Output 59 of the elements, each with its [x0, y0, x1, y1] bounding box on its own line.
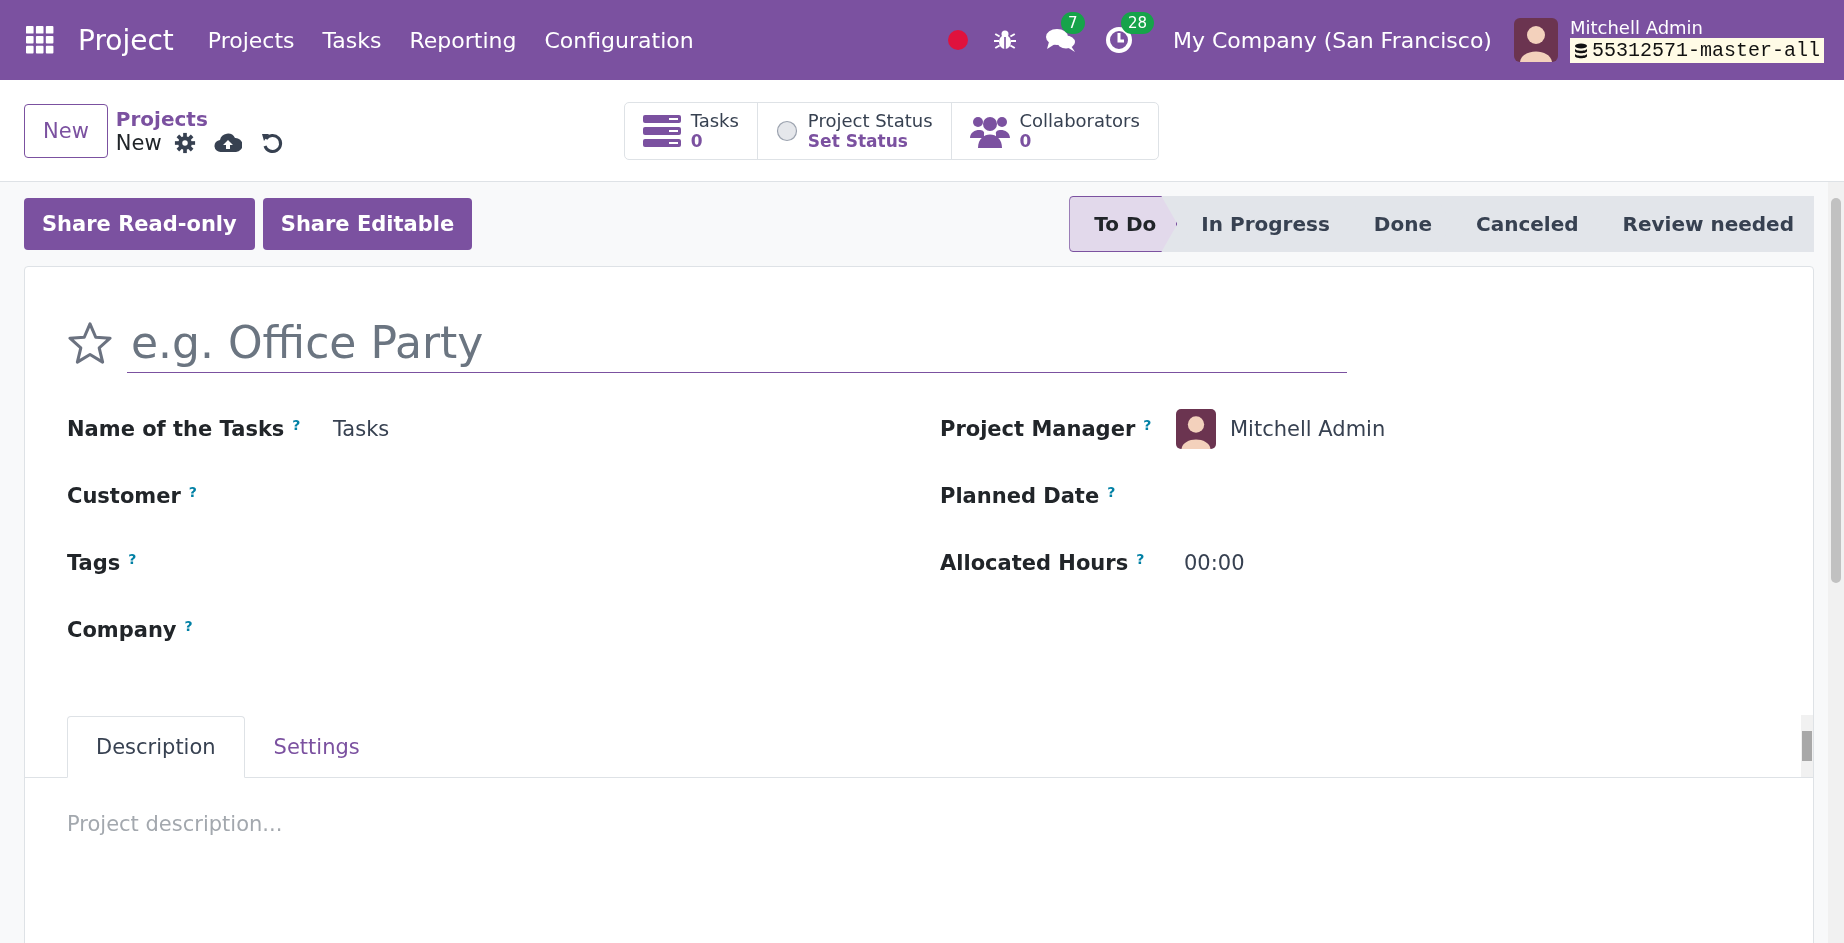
smart-button-value: 0	[690, 131, 704, 151]
smart-button[interactable]: Tasks 0	[624, 102, 757, 159]
stage-button[interactable]: To Do	[1069, 196, 1178, 252]
share-button[interactable]: Share Read-only	[24, 198, 255, 250]
user-avatar	[1176, 408, 1216, 449]
field-label: Name of the Tasks	[67, 416, 285, 441]
notebook-tab[interactable]: Settings	[244, 716, 389, 778]
field-label: Customer	[67, 483, 181, 508]
company-switcher[interactable]: My Company (San Francisco)	[1173, 27, 1492, 53]
smart-button-label: Collaborators	[1019, 110, 1140, 131]
help-tooltip[interactable]: ?	[1107, 483, 1116, 508]
bug-icon[interactable]	[993, 28, 1017, 52]
smart-button-value: Set Status	[807, 131, 909, 151]
smart-button-label: Project Status	[807, 110, 933, 131]
record-dot-icon[interactable]	[947, 29, 969, 51]
app-grid-icon[interactable]	[26, 26, 54, 54]
field-value[interactable]: Mitchell Admin	[1230, 416, 1386, 441]
user-name[interactable]: Mitchell Admin	[1569, 17, 1824, 38]
help-tooltip[interactable]: ?	[188, 483, 197, 508]
scrollbar[interactable]	[1801, 715, 1813, 777]
settings-icon[interactable]	[173, 131, 196, 154]
user-avatar[interactable]	[1513, 18, 1558, 62]
menu-item[interactable]: Projects	[207, 27, 295, 53]
help-tooltip[interactable]: ?	[1143, 416, 1152, 441]
menu-item[interactable]: Tasks	[322, 27, 382, 53]
menu-item[interactable]: Reporting	[409, 27, 517, 53]
smart-button-value: 0	[1019, 131, 1033, 151]
field-label: Company	[67, 617, 177, 642]
share-button[interactable]: Share Editable	[262, 198, 473, 250]
database-name: 55312571-master-all	[1591, 39, 1820, 62]
new-button[interactable]: New	[24, 103, 108, 158]
smart-button[interactable]: Project Status Set Status	[756, 102, 951, 159]
field-label: Planned Date	[940, 483, 1100, 508]
cloud-upload-icon[interactable]	[213, 131, 242, 154]
chat-icon[interactable]	[1045, 26, 1077, 54]
app-name[interactable]: Project	[78, 23, 174, 57]
clock-icon[interactable]	[1105, 26, 1133, 54]
message-count-badge: 7	[1061, 12, 1085, 34]
breadcrumb-current: New	[115, 130, 162, 155]
smart-button[interactable]: Collaborators 0	[950, 102, 1158, 159]
page-scrollbar[interactable]	[1828, 182, 1844, 943]
breadcrumb-link[interactable]: Projects	[115, 106, 284, 131]
field-label: Project Manager	[940, 416, 1136, 441]
field-label: Allocated Hours	[940, 550, 1129, 575]
database-icon	[1573, 42, 1588, 59]
menu-item[interactable]: Configuration	[544, 27, 694, 53]
field-value[interactable]: 00:00	[1184, 550, 1245, 575]
activity-count-badge: 28	[1121, 12, 1155, 34]
help-tooltip[interactable]: ?	[184, 617, 193, 642]
tasks-icon	[642, 114, 681, 147]
status-circle-icon	[775, 119, 798, 142]
field-value[interactable]: Tasks	[333, 416, 390, 441]
help-tooltip[interactable]: ?	[1136, 550, 1145, 575]
help-tooltip[interactable]: ?	[292, 416, 301, 441]
star-icon[interactable]	[67, 321, 113, 365]
help-tooltip[interactable]: ?	[128, 550, 137, 575]
notebook-tab[interactable]: Description	[67, 716, 245, 778]
field-label: Tags	[67, 550, 121, 575]
smart-button-label: Tasks	[690, 110, 739, 131]
